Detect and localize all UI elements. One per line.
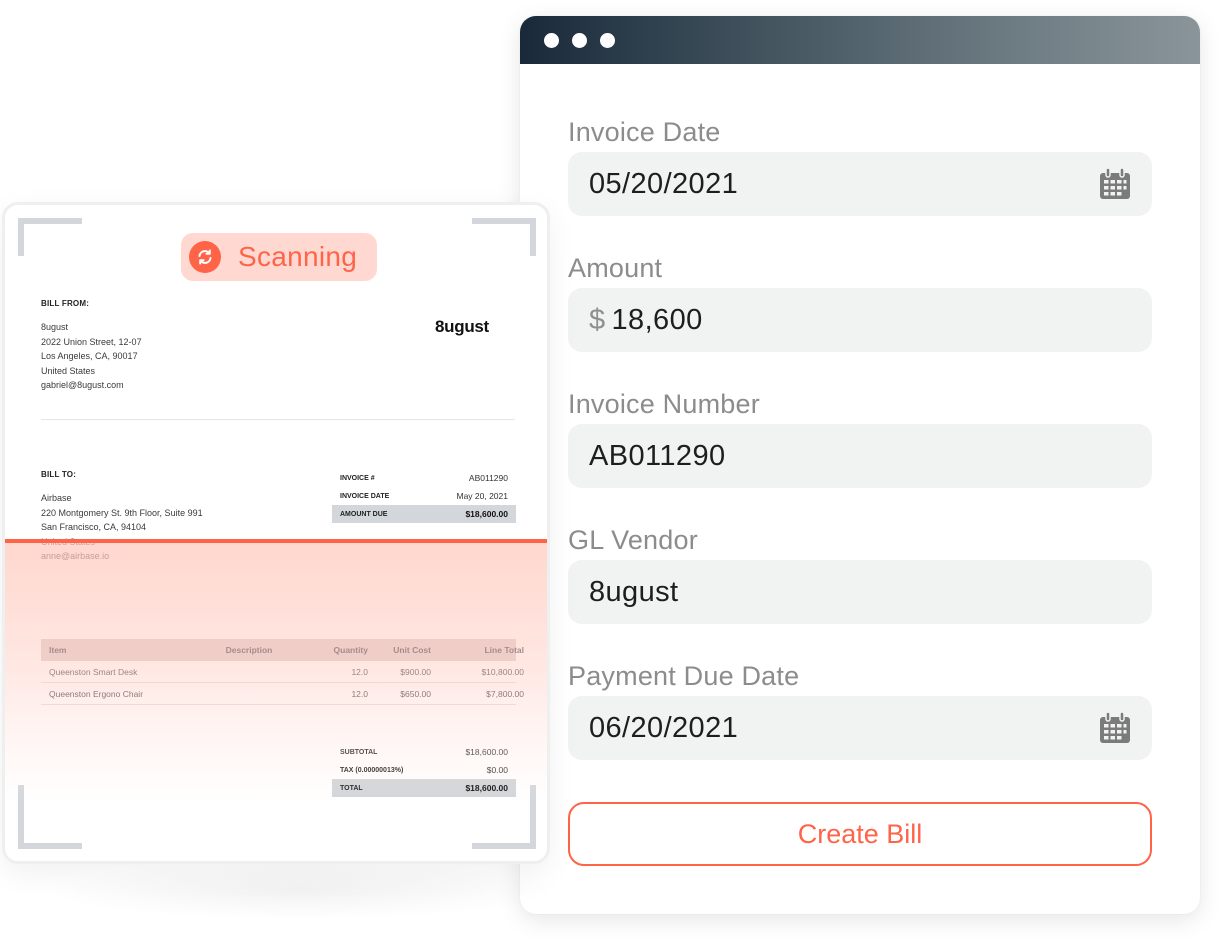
bill-from-address: 8ugust 2022 Union Street, 12-07 Los Ange…: [41, 320, 142, 393]
cell-quantity: 12.0: [351, 666, 368, 677]
line-items-table: Item Description Quantity Unit Cost Line…: [41, 639, 524, 705]
amount-input[interactable]: $ 18,600: [568, 288, 1152, 352]
address-line: Los Angeles, CA, 90017: [41, 351, 138, 361]
totals-label: SUBTOTAL: [340, 748, 378, 756]
field-label: Invoice Number: [568, 389, 760, 419]
address-line: anne@airbase.io: [41, 551, 110, 561]
cell-unit-cost: $900.00: [400, 666, 431, 677]
vendor-logo: 8ugust: [435, 317, 489, 336]
meta-row-invoice-number: INVOICE # AB011290: [332, 469, 516, 487]
field-label: Amount: [568, 253, 663, 283]
calendar-icon[interactable]: [1098, 167, 1132, 201]
address-line: 220 Montgomery St. 9th Floor, Suite 991: [41, 507, 203, 518]
cell-line-total: $10,800.00: [481, 666, 524, 677]
invoice-divider: [41, 419, 515, 420]
meta-row-amount-due: AMOUNT DUE $18,600.00: [332, 505, 516, 523]
payment-due-date-field: Payment Due Date 06/20/2021: [568, 656, 1152, 760]
gl-vendor-input[interactable]: 8ugust: [568, 560, 1152, 624]
scan-frame-corner: [472, 218, 536, 256]
card-shadow: [40, 860, 560, 920]
gl-vendor-field: GL Vendor 8ugust: [568, 520, 1152, 624]
address-line: gabriel@8ugust.com: [41, 380, 124, 390]
totals-row-total: TOTAL $18,600.00: [332, 779, 516, 797]
window-dot-maximize[interactable]: [600, 32, 615, 48]
amount-field: Amount $ 18,600: [568, 248, 1152, 352]
bill-form-window: Invoice Date 05/20/2021 Amount $ 18,600 …: [520, 16, 1200, 914]
cell-unit-cost: $650.00: [400, 688, 431, 699]
window-dot-minimize[interactable]: [572, 32, 587, 48]
create-bill-button[interactable]: Create Bill: [568, 802, 1152, 866]
invoice-meta: INVOICE # AB011290 INVOICE DATE May 20, …: [332, 469, 516, 523]
bill-to-address: Airbase 220 Montgomery St. 9th Floor, Su…: [41, 491, 203, 564]
payment-due-date-input[interactable]: 06/20/2021: [568, 696, 1152, 760]
invoice-number-field: Invoice Number AB011290: [568, 384, 1152, 488]
bill-form: Invoice Date 05/20/2021 Amount $ 18,600 …: [568, 112, 1152, 760]
meta-value: May 20, 2021: [456, 491, 508, 501]
address-line: United States: [41, 365, 96, 376]
column-header: Item: [49, 645, 67, 655]
meta-value: $18,600.00: [465, 509, 508, 519]
totals-value: $0.00: [486, 765, 508, 775]
address-line: 8ugust: [41, 322, 69, 332]
column-header: Line Total: [484, 645, 524, 655]
bill-to-section: BILL TO: Airbase 220 Montgomery St. 9th …: [41, 470, 203, 564]
invoice-number-input[interactable]: AB011290: [568, 424, 1152, 488]
meta-label: AMOUNT DUE: [340, 510, 388, 518]
meta-value: AB011290: [468, 473, 508, 483]
currency-symbol: $: [589, 303, 606, 336]
bill-from-section: BILL FROM: 8ugust 2022 Union Street, 12-…: [41, 299, 142, 393]
field-value: 06/20/2021: [589, 711, 739, 744]
address-line: Airbase: [41, 493, 72, 503]
address-line: San Francisco, CA, 94104: [41, 522, 147, 532]
totals-label: TAX (0.00000013%): [340, 766, 404, 774]
bill-to-heading: BILL TO:: [41, 470, 77, 479]
calendar-icon[interactable]: [1098, 711, 1132, 745]
table-row: Queenston Smart Desk 12.0 $900.00 $10,80…: [41, 661, 524, 683]
table-header: Item Description Quantity Unit Cost Line…: [41, 639, 524, 661]
totals-label: TOTAL: [340, 784, 363, 792]
invoice-date-input[interactable]: 05/20/2021: [568, 152, 1152, 216]
scanning-label: Scanning: [238, 241, 358, 272]
cell-quantity: 12.0: [351, 688, 368, 699]
window-dot-close[interactable]: [544, 32, 559, 48]
field-value: 05/20/2021: [589, 167, 739, 200]
cell-line-total: $7,800.00: [486, 688, 524, 699]
field-value: AB011290: [589, 439, 726, 472]
meta-label: INVOICE DATE: [340, 492, 390, 500]
totals-value: $18,600.00: [465, 747, 508, 757]
table-row: Queenston Ergono Chair 12.0 $650.00 $7,8…: [41, 683, 524, 705]
meta-row-invoice-date: INVOICE DATE May 20, 2021: [332, 487, 516, 505]
totals-row-subtotal: SUBTOTAL $18,600.00: [332, 743, 516, 761]
bill-from-heading: BILL FROM:: [41, 299, 90, 308]
field-value: 8ugust: [589, 575, 679, 608]
invoice-date-field: Invoice Date 05/20/2021: [568, 112, 1152, 216]
window-titlebar: [520, 16, 1200, 64]
scan-frame-corner: [18, 785, 82, 849]
meta-label: INVOICE #: [340, 474, 375, 482]
column-header: Description: [225, 645, 273, 655]
scan-frame-corner: [18, 218, 82, 256]
totals-value: $18,600.00: [465, 783, 508, 793]
scan-line: [5, 539, 547, 543]
column-header: Quantity: [333, 645, 368, 655]
cell-item: Queenston Smart Desk: [49, 666, 138, 677]
invoice-scan-card: Scanning BILL FROM: 8ugust 2022 Union St…: [2, 202, 550, 864]
field-value: 18,600: [611, 303, 703, 336]
totals-row-tax: TAX (0.00000013%) $0.00: [332, 761, 516, 779]
scanning-status-badge: Scanning: [181, 233, 377, 281]
cell-item: Queenston Ergono Chair: [49, 688, 144, 699]
field-label: Invoice Date: [568, 117, 721, 147]
invoice-totals: SUBTOTAL $18,600.00 TAX (0.00000013%) $0…: [332, 743, 516, 797]
address-line: 2022 Union Street, 12-07: [41, 336, 142, 347]
field-label: Payment Due Date: [568, 661, 800, 691]
field-label: GL Vendor: [568, 525, 698, 555]
column-header: Unit Cost: [393, 645, 431, 655]
refresh-icon: [189, 241, 221, 273]
